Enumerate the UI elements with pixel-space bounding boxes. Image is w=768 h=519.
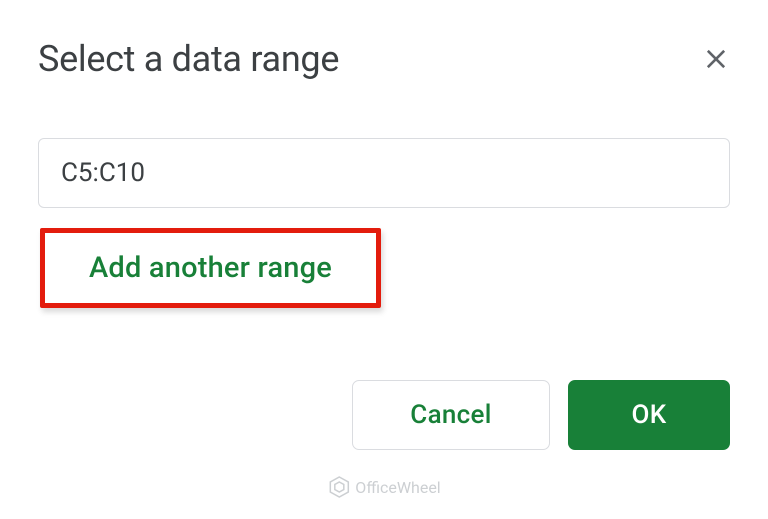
add-another-range-button[interactable]: Add another range — [89, 251, 332, 285]
add-range-highlight: Add another range — [40, 228, 381, 308]
close-icon[interactable] — [702, 45, 730, 73]
data-range-input[interactable] — [38, 138, 730, 208]
dialog-header: Select a data range — [38, 38, 730, 80]
cancel-button[interactable]: Cancel — [352, 380, 550, 450]
select-data-range-dialog: Select a data range Add another range Ca… — [0, 0, 768, 488]
dialog-button-row: Cancel OK — [38, 380, 730, 450]
ok-button[interactable]: OK — [568, 380, 730, 450]
dialog-title: Select a data range — [38, 38, 339, 80]
